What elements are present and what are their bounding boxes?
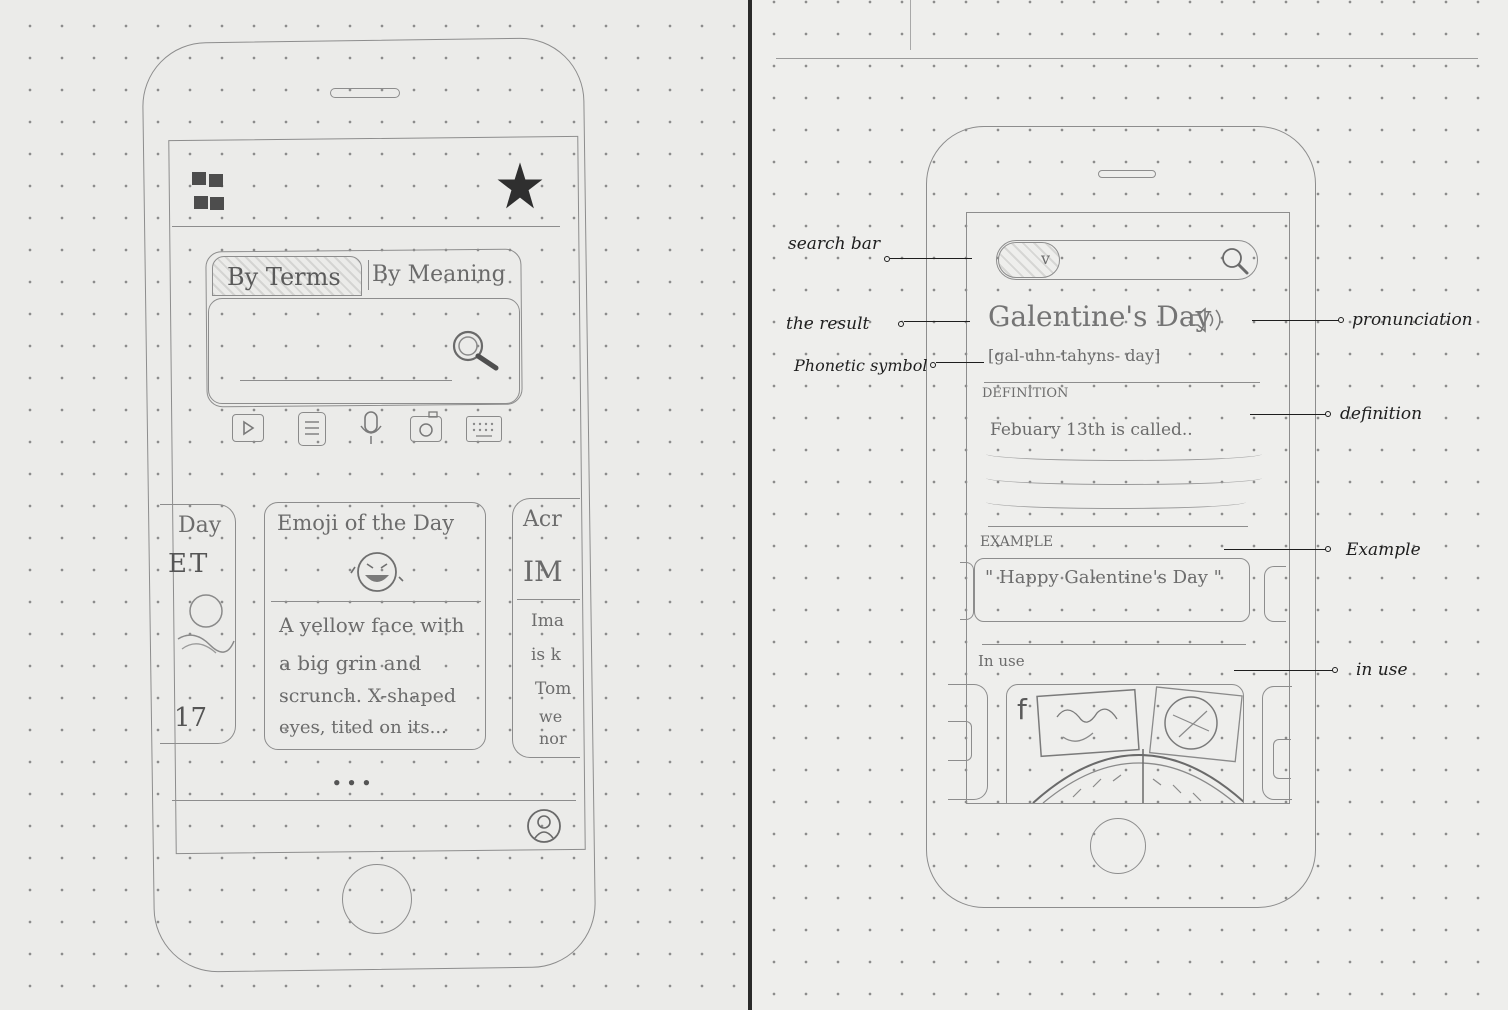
annotation-the-result-line: [904, 321, 970, 322]
card-right-line-2: is k: [531, 645, 561, 665]
card-center-line-3: scrunch. X-shaped: [279, 685, 457, 707]
definition-text: Febuary 13th is called..: [990, 420, 1193, 440]
footer-divider: [172, 800, 576, 801]
search-dropdown-chevron: v: [1041, 249, 1051, 268]
in-use-label: In use: [978, 652, 1025, 670]
right-sketch-paper: v Galentine's Day [gal-uhn-tahyns- day] …: [752, 0, 1508, 1010]
in-use-prev-thumb: [948, 721, 972, 761]
card-right-line-4: we: [539, 707, 563, 726]
annotation-definition: definition: [1340, 404, 1423, 424]
card-right-partial[interactable]: Acr IM Ima is k Tom we nor: [512, 498, 580, 758]
card-left-big: ET: [168, 549, 211, 579]
result-title: Galentine's Day: [988, 300, 1212, 333]
carousel-page-dots[interactable]: • • •: [332, 774, 371, 792]
grid-menu-icon[interactable]: [192, 170, 228, 214]
paper-margin-vertical: [910, 0, 911, 50]
phonetic-text: [gal-uhn-tahyns- day]: [988, 346, 1161, 365]
tab-by-terms-label: By Terms: [227, 263, 341, 291]
facebook-icon: f: [1017, 693, 1027, 726]
example-card-prev[interactable]: [960, 562, 974, 620]
in-use-card-prev[interactable]: [948, 684, 988, 800]
in-use-next-thumb: [1273, 739, 1291, 779]
annotation-example-dot: [1325, 546, 1331, 552]
in-use-card-next[interactable]: [1262, 686, 1292, 800]
card-left-emoji-sketch: [177, 594, 235, 654]
laughing-emoji-icon: [350, 552, 404, 592]
home-button-right[interactable]: [1090, 818, 1146, 874]
microphone-icon[interactable]: [358, 410, 384, 446]
annotation-search-bar: search bar: [788, 234, 881, 254]
annotation-pronunciation: pronunciation: [1352, 310, 1473, 330]
left-sketch-paper: By Terms By Meaning Day ET 17 Emoji of t…: [0, 0, 748, 1010]
definition-divider: [988, 526, 1248, 527]
card-center-line-2: a big grin and: [279, 651, 422, 675]
annotation-in-use-dot: [1332, 667, 1338, 673]
card-center-line-1: A yellow face with: [279, 613, 465, 637]
paper-margin-horizontal: [776, 58, 1478, 59]
annotation-example-line: [1224, 549, 1326, 550]
annotation-search-bar-dot: [884, 256, 890, 262]
annotation-definition-line: [1250, 414, 1326, 415]
camera-icon[interactable]: [410, 411, 442, 442]
annotation-in-use: in use: [1356, 660, 1408, 680]
search-underline: [240, 380, 452, 381]
annotation-search-bar-line: [890, 258, 972, 259]
card-center-divider: [271, 601, 481, 602]
example-card[interactable]: " Happy Galentine's Day ": [974, 558, 1250, 622]
search-dropdown[interactable]: v: [998, 242, 1060, 278]
card-right-line-5: nor: [539, 729, 567, 748]
card-center-title: Emoji of the Day: [277, 511, 455, 535]
search-bar-icon[interactable]: [1220, 246, 1250, 276]
card-right-line-3: Tom: [535, 679, 572, 699]
document-icon[interactable]: [298, 412, 326, 446]
speaker-pronunciation-icon[interactable]: [1190, 306, 1234, 334]
in-use-image-sketch: [1032, 686, 1243, 803]
card-right-line-1: Ima: [531, 611, 564, 631]
keyboard-icon[interactable]: [466, 416, 502, 442]
tab-by-terms[interactable]: By Terms: [212, 256, 362, 296]
annotation-in-use-line: [1234, 670, 1334, 671]
card-right-title: Acr: [523, 507, 562, 532]
in-use-social-card[interactable]: f: [1006, 684, 1244, 804]
tab-by-meaning-label[interactable]: By Meaning: [372, 262, 506, 287]
phone-speaker-left: [330, 88, 400, 98]
header-divider: [172, 226, 560, 227]
example-text: " Happy Galentine's Day ": [985, 567, 1222, 588]
annotation-the-result: the result: [786, 314, 870, 334]
result-divider: [984, 382, 1260, 383]
phone-speaker-right: [1098, 170, 1156, 178]
card-left-partial[interactable]: Day ET 17: [160, 504, 236, 744]
example-divider: [982, 644, 1246, 645]
card-left-bottom: 17: [174, 703, 208, 733]
annotation-definition-dot: [1325, 411, 1331, 417]
profile-avatar-icon[interactable]: [526, 808, 562, 844]
example-label: EXAMPLE: [980, 534, 1054, 550]
search-icon[interactable]: [450, 328, 500, 372]
home-button-left[interactable]: [342, 864, 412, 934]
example-card-next[interactable]: [1264, 566, 1286, 622]
annotation-example: Example: [1346, 540, 1421, 560]
card-emoji-of-the-day[interactable]: Emoji of the Day A yellow face with a bi…: [264, 502, 486, 750]
card-center-line-4: eyes, tited on its...: [279, 717, 447, 738]
annotation-pronunciation-line: [1252, 320, 1340, 321]
tab-separator: [368, 260, 369, 290]
star-favorites-icon[interactable]: [497, 162, 543, 210]
card-right-divider: [517, 599, 580, 600]
card-left-title: Day: [178, 513, 222, 538]
annotation-phonetic-symbol: Phonetic symbol: [794, 356, 928, 375]
definition-label: DEFINITION: [982, 386, 1069, 401]
card-right-big: IM: [523, 555, 563, 588]
annotation-phonetic-symbol-line: [936, 362, 984, 363]
annotation-pronunciation-dot: [1338, 317, 1344, 323]
video-icon[interactable]: [232, 414, 264, 442]
